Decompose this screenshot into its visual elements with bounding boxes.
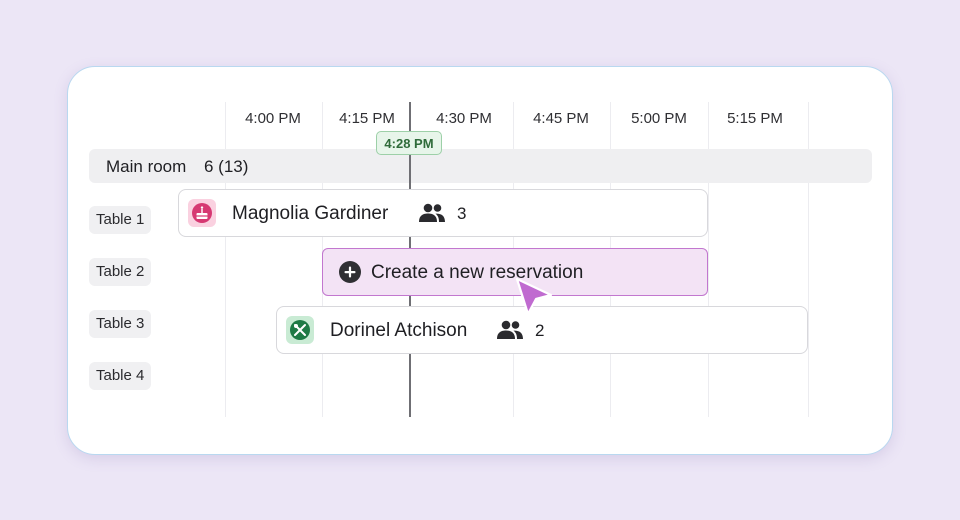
birthday-cake-icon <box>188 199 216 227</box>
time-label-5-15: 5:15 PM <box>727 110 783 127</box>
time-label-4-45: 4:45 PM <box>533 110 589 127</box>
time-label-4-00: 4:00 PM <box>245 110 301 127</box>
mouse-cursor-icon <box>515 277 553 316</box>
room-name: Main room <box>106 157 187 176</box>
reservation-guest-name: Magnolia Gardiner <box>232 203 389 224</box>
reservation-block[interactable]: Magnolia Gardiner 3 <box>178 189 708 237</box>
guests-icon <box>419 203 445 222</box>
current-time-badge: 4:28 PM <box>376 131 442 155</box>
reservation-guest-count: 2 <box>535 321 545 340</box>
time-label-4-15: 4:15 PM <box>339 110 395 127</box>
room-header[interactable]: Main room 6 (13) <box>89 149 872 183</box>
schedule-card: 4:00 PM 4:15 PM 4:30 PM 4:45 PM 5:00 PM … <box>67 66 893 455</box>
room-guest-count: 6 (13) <box>204 157 249 176</box>
guests-icon <box>497 320 523 339</box>
table-label-1[interactable]: Table 1 <box>89 206 152 234</box>
time-label-4-30: 4:30 PM <box>436 110 492 127</box>
table-label-4[interactable]: Table 4 <box>89 362 152 390</box>
time-label-5-00: 5:00 PM <box>631 110 687 127</box>
plus-circle-icon <box>339 261 361 283</box>
reservation-guest-name: Dorinel Atchison <box>330 320 468 341</box>
table-label-2[interactable]: Table 2 <box>89 258 152 286</box>
table-label-3[interactable]: Table 3 <box>89 310 152 338</box>
reservation-guest-count: 3 <box>457 204 467 223</box>
utensils-icon <box>286 316 314 344</box>
